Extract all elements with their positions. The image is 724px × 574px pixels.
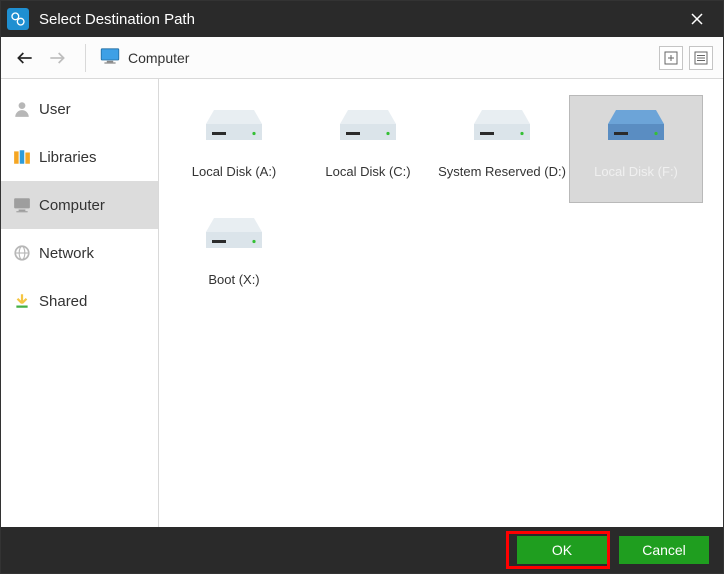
toolbar: Computer xyxy=(1,37,723,79)
sidebar-item-shared[interactable]: Shared xyxy=(1,277,158,325)
sidebar-item-label: Libraries xyxy=(39,149,97,166)
forward-button[interactable] xyxy=(43,44,71,72)
breadcrumb[interactable]: Computer xyxy=(100,48,655,67)
disk-icon xyxy=(474,106,530,148)
sidebar-item-label: Network xyxy=(39,245,94,262)
computer-icon xyxy=(100,48,120,67)
disk-icon xyxy=(206,106,262,148)
drive-item[interactable]: Local Disk (A:) xyxy=(167,95,301,203)
arrow-right-icon xyxy=(47,48,67,68)
drive-item[interactable]: Boot (X:) xyxy=(167,203,301,311)
disk-icon xyxy=(206,214,262,256)
body: User Libraries Computer Network Shared xyxy=(1,79,723,527)
ok-button[interactable]: OK xyxy=(517,536,607,564)
sidebar-item-computer[interactable]: Computer xyxy=(1,181,158,229)
window-title: Select Destination Path xyxy=(39,11,677,28)
libraries-icon xyxy=(13,148,31,166)
shared-icon xyxy=(13,292,31,310)
footer: OK Cancel xyxy=(1,527,723,573)
cancel-button[interactable]: Cancel xyxy=(619,536,709,564)
drive-label: System Reserved (D:) xyxy=(438,164,566,179)
drive-item[interactable]: Local Disk (F:) xyxy=(569,95,703,203)
view-list-button[interactable] xyxy=(689,46,713,70)
sidebar: User Libraries Computer Network Shared xyxy=(1,79,159,527)
sidebar-item-label: User xyxy=(39,101,71,118)
drive-label: Local Disk (F:) xyxy=(594,164,678,179)
back-button[interactable] xyxy=(11,44,39,72)
list-icon xyxy=(694,51,708,65)
close-icon xyxy=(691,13,703,25)
separator xyxy=(85,44,86,72)
arrow-left-icon xyxy=(15,48,35,68)
sidebar-item-label: Computer xyxy=(39,197,105,214)
drive-label: Boot (X:) xyxy=(208,272,259,287)
drive-label: Local Disk (A:) xyxy=(192,164,277,179)
network-icon xyxy=(13,244,31,262)
drive-item[interactable]: System Reserved (D:) xyxy=(435,95,569,203)
sidebar-item-user[interactable]: User xyxy=(1,85,158,133)
drive-list: Local Disk (A:) Local Disk (C:) System R… xyxy=(159,79,723,527)
drive-label: Local Disk (C:) xyxy=(325,164,410,179)
new-folder-button[interactable] xyxy=(659,46,683,70)
user-icon xyxy=(13,100,31,118)
app-icon xyxy=(7,8,29,30)
drive-item[interactable]: Local Disk (C:) xyxy=(301,95,435,203)
dialog-window: Select Destination Path Computer xyxy=(0,0,724,574)
disk-icon xyxy=(340,106,396,148)
close-button[interactable] xyxy=(677,1,717,37)
sidebar-item-label: Shared xyxy=(39,293,87,310)
breadcrumb-label: Computer xyxy=(128,50,189,66)
titlebar: Select Destination Path xyxy=(1,1,723,37)
disk-icon xyxy=(608,106,664,148)
plus-icon xyxy=(664,51,678,65)
sidebar-item-network[interactable]: Network xyxy=(1,229,158,277)
sidebar-item-libraries[interactable]: Libraries xyxy=(1,133,158,181)
computer-icon xyxy=(13,196,31,214)
